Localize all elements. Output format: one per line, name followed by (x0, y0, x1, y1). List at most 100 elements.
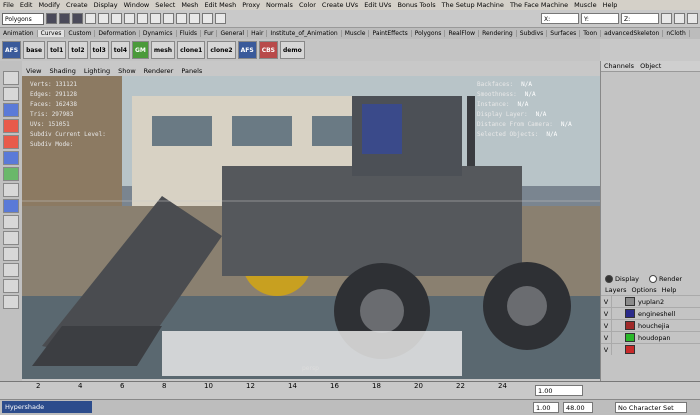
snap-point-icon[interactable] (150, 13, 161, 24)
layout-outliner-icon[interactable] (3, 247, 19, 261)
shelf-tab-dynamics[interactable]: Dynamics (140, 30, 177, 37)
perspective-viewport[interactable]: Verts: 131121 Edges: 291128 Faces: 162438 T… (22, 76, 600, 379)
layer-menu-options[interactable]: Options (632, 286, 657, 294)
time-slider[interactable]: 2 4 6 8 10 12 14 16 18 20 22 24 1.00 (0, 381, 700, 400)
menu-muscle[interactable]: Muscle (571, 1, 600, 9)
shelf-button-mesh[interactable]: mesh (150, 41, 176, 59)
menu-window[interactable]: Window (121, 1, 153, 9)
shelf-tab-rendering[interactable]: Rendering (479, 30, 517, 37)
menu-the-face-machine[interactable]: The Face Machine (507, 1, 571, 9)
shelf-button-afs[interactable]: AFS (237, 41, 257, 59)
lasso-tool-icon[interactable] (3, 87, 19, 101)
scale-tool-icon[interactable] (3, 151, 19, 165)
shelf-button-tol1[interactable]: tol1 (47, 41, 67, 59)
layout-hypershade-icon[interactable] (3, 279, 19, 293)
shelf-button-clone1[interactable]: clone1 (177, 41, 206, 59)
menu-color[interactable]: Color (296, 1, 319, 9)
move-tool-icon[interactable] (3, 119, 19, 133)
menu-edit-mesh[interactable]: Edit Mesh (201, 1, 239, 9)
layer-playback-toggle[interactable] (611, 308, 622, 319)
shelf-tab-painteffects[interactable]: PaintEffects (369, 30, 412, 37)
layer-color-swatch[interactable] (625, 345, 635, 354)
ipr-render-icon[interactable] (202, 13, 213, 24)
layout-single-icon[interactable] (3, 199, 19, 213)
panel-menu-panels[interactable]: Panels (177, 67, 206, 75)
x-field[interactable]: X: (541, 13, 579, 24)
layer-row[interactable]: V (601, 343, 700, 355)
shelf-tab-muscle[interactable]: Muscle (342, 30, 370, 37)
rotate-tool-icon[interactable] (3, 135, 19, 149)
shelf-button-base[interactable]: base (23, 41, 46, 59)
render-settings-icon[interactable] (215, 13, 226, 24)
menu-edit-uvs[interactable]: Edit UVs (361, 1, 394, 9)
layer-playback-toggle[interactable] (611, 296, 622, 307)
shelf-tab-general[interactable]: General (217, 30, 249, 37)
y-field[interactable]: Y: (581, 13, 619, 24)
shelf-tab-advancedskeleton[interactable]: advancedSkeleton (601, 30, 664, 37)
range-end-field[interactable]: 48.00 (563, 402, 593, 413)
layer-visibility-toggle[interactable]: V (601, 310, 611, 318)
shelf-tab-polygons[interactable]: Polygons (412, 30, 446, 37)
shelf-button-demo[interactable]: demo (280, 41, 305, 59)
menu-the-setup-machine[interactable]: The Setup Machine (439, 1, 507, 9)
menu-create-uvs[interactable]: Create UVs (319, 1, 361, 9)
time-ruler[interactable]: 2 4 6 8 10 12 14 16 18 20 22 24 (22, 382, 530, 400)
layer-playback-toggle[interactable] (611, 332, 622, 343)
manipulator-icon[interactable] (3, 167, 19, 181)
layer-visibility-toggle[interactable]: V (601, 346, 611, 354)
current-time-field[interactable]: 1.00 (535, 385, 583, 396)
panel-menu-show[interactable]: Show (114, 67, 140, 75)
select-component-icon[interactable] (111, 13, 122, 24)
menu-normals[interactable]: Normals (263, 1, 296, 9)
layout-custom-icon[interactable] (3, 295, 19, 309)
show-tool-settings-icon[interactable] (687, 13, 698, 24)
range-start-field[interactable]: 1.00 (533, 402, 559, 413)
shelf-tab-toon[interactable]: Toon (580, 30, 602, 37)
shelf-button-afs[interactable]: AFS (2, 41, 22, 59)
channels-menu[interactable]: Channels (604, 62, 634, 70)
layer-row[interactable]: Vengineshell (601, 307, 700, 319)
layer-color-swatch[interactable] (625, 309, 635, 318)
shelf-tab-curves[interactable]: Curves (37, 30, 66, 37)
shelf-tab-realflow[interactable]: RealFlow (445, 30, 480, 37)
shelf-button-cbs[interactable]: CBS (258, 41, 278, 59)
character-set-field[interactable]: No Character Set (615, 402, 687, 413)
shelf-button-tol2[interactable]: tol2 (68, 41, 88, 59)
last-tool-icon[interactable] (3, 183, 19, 197)
render-icon[interactable] (189, 13, 200, 24)
panel-menu-renderer[interactable]: Renderer (140, 67, 178, 75)
menu-bonus-tools[interactable]: Bonus Tools (394, 1, 438, 9)
select-object-icon[interactable] (98, 13, 109, 24)
menu-modify[interactable]: Modify (35, 1, 63, 9)
shelf-tab-institute-of-animation[interactable]: Institute_of_Animation (267, 30, 342, 37)
snap-curve-icon[interactable] (137, 13, 148, 24)
shelf-tab-animation[interactable]: Animation (0, 30, 38, 37)
menu-proxy[interactable]: Proxy (239, 1, 263, 9)
layer-playback-toggle[interactable] (611, 344, 622, 355)
layer-color-swatch[interactable] (625, 333, 635, 342)
menu-mesh[interactable]: Mesh (178, 1, 201, 9)
new-scene-icon[interactable] (46, 13, 57, 24)
panel-menu-shading[interactable]: Shading (45, 67, 79, 75)
layer-color-swatch[interactable] (625, 321, 635, 330)
display-layer-radio[interactable]: Display (605, 275, 639, 283)
shelf-tab-fur[interactable]: Fur (201, 30, 218, 37)
paint-select-icon[interactable] (3, 103, 19, 117)
layer-visibility-toggle[interactable]: V (601, 298, 611, 306)
snap-plane-icon[interactable] (163, 13, 174, 24)
layout-persp-icon[interactable] (3, 231, 19, 245)
select-tool-icon[interactable] (3, 71, 19, 85)
menu-create[interactable]: Create (63, 1, 91, 9)
layer-color-swatch[interactable] (625, 297, 635, 306)
select-hierarchy-icon[interactable] (85, 13, 96, 24)
snap-grid-icon[interactable] (124, 13, 135, 24)
render-layer-radio[interactable]: Render (648, 275, 682, 283)
shelf-button-clone2[interactable]: clone2 (207, 41, 236, 59)
shelf-tab-ncloth[interactable]: nCloth (663, 30, 690, 37)
layer-menu-layers[interactable]: Layers (605, 286, 627, 294)
menu-select[interactable]: Select (152, 1, 178, 9)
menu-help[interactable]: Help (600, 1, 621, 9)
open-scene-icon[interactable] (59, 13, 70, 24)
layout-graph-icon[interactable] (3, 263, 19, 277)
shelf-button-tol3[interactable]: tol3 (89, 41, 109, 59)
